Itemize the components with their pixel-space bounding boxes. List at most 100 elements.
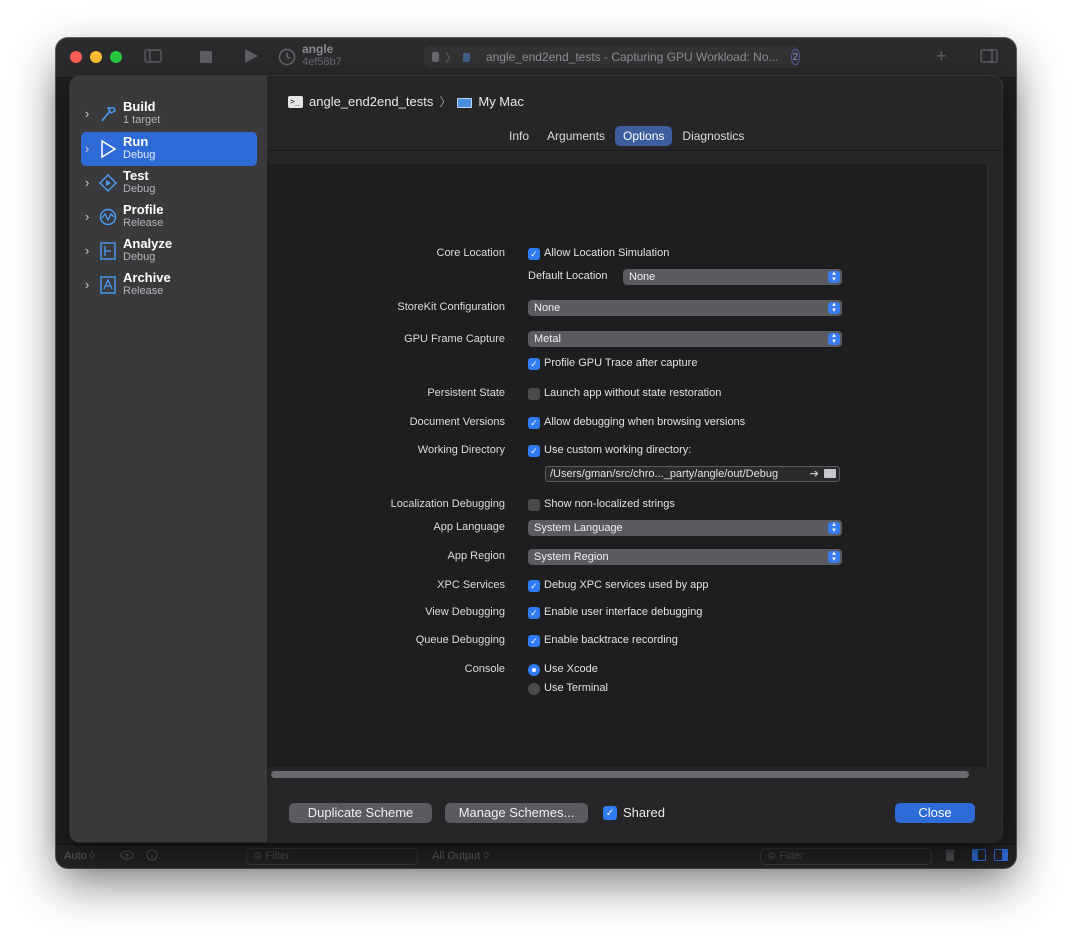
scheme-name[interactable]: angle_end2end_tests xyxy=(309,94,433,109)
mac-icon xyxy=(462,52,470,62)
action-name: Archive xyxy=(123,270,171,285)
zoom-window-button[interactable] xyxy=(110,51,122,63)
allow-debug-versions-checkbox[interactable]: ✓ xyxy=(528,417,540,429)
variables-filter-input[interactable]: ⊜ Filter xyxy=(246,848,418,865)
stop-icon[interactable] xyxy=(200,50,212,67)
info-icon[interactable] xyxy=(146,849,158,864)
navigator-toggle-icon[interactable] xyxy=(144,48,162,68)
mac-icon xyxy=(457,97,473,108)
test-diamond-icon xyxy=(99,174,117,192)
storekit-configuration-popup[interactable]: None ▴ ▾ xyxy=(528,300,842,316)
popup-arrows-icon: ▴ ▾ xyxy=(828,301,840,314)
split-right-icon[interactable] xyxy=(994,849,1008,864)
use-terminal-label: Use Terminal xyxy=(544,682,608,694)
chevron-right-icon[interactable]: › xyxy=(85,106,89,121)
trash-icon[interactable] xyxy=(944,849,956,865)
minimize-window-button[interactable] xyxy=(90,51,102,63)
app-language-label: App Language xyxy=(433,521,505,533)
tab-bar: Info Arguments Options Diagnostics xyxy=(267,122,1002,151)
scheme-breadcrumb: >_ angle_end2end_tests 〉 My Mac xyxy=(288,93,524,110)
manage-schemes-button[interactable]: Manage Schemes... xyxy=(445,803,588,823)
sidebar-item-archive[interactable]: › Archive Release xyxy=(81,268,257,302)
show-non-localized-checkbox[interactable] xyxy=(528,499,540,511)
persistent-state-label: Persistent State xyxy=(427,387,505,399)
duplicate-scheme-button[interactable]: Duplicate Scheme xyxy=(289,803,432,823)
close-window-button[interactable] xyxy=(70,51,82,63)
launch-without-state-checkbox[interactable] xyxy=(528,388,540,400)
scrollbar-thumb[interactable] xyxy=(271,771,969,778)
filter-icon: ⊜ xyxy=(767,850,777,862)
options-pane: Core Location ✓ Allow Location Simulatio… xyxy=(267,164,988,767)
allow-debug-versions-label: Allow debugging when browsing versions xyxy=(544,416,746,428)
play-icon xyxy=(99,139,117,159)
default-location-popup[interactable]: None ▴ ▾ xyxy=(623,269,842,285)
sidebar-item-profile[interactable]: › Profile Release xyxy=(81,200,257,234)
popup-arrows-icon: ▴ ▾ xyxy=(828,270,840,283)
run-play-icon[interactable] xyxy=(244,49,258,67)
run-destination[interactable]: My Mac xyxy=(478,94,524,109)
tab-diagnostics[interactable]: Diagnostics xyxy=(674,126,752,146)
add-icon[interactable]: + xyxy=(936,46,947,67)
tab-arguments[interactable]: Arguments xyxy=(539,126,613,146)
activity-badge[interactable]: 2 xyxy=(790,49,800,65)
chevron-right-icon[interactable]: › xyxy=(85,243,89,258)
sidebar-item-run[interactable]: › Run Debug xyxy=(81,132,257,166)
auto-variables-select[interactable]: Auto ◊ xyxy=(64,850,95,862)
gpu-frame-capture-value: Metal xyxy=(534,333,561,345)
action-config: 1 target xyxy=(123,114,161,126)
use-custom-working-dir-checkbox[interactable]: ✓ xyxy=(528,445,540,457)
app-region-popup[interactable]: System Region ▴ ▾ xyxy=(528,549,842,565)
enable-backtrace-label: Enable backtrace recording xyxy=(544,634,678,646)
use-terminal-radio[interactable] xyxy=(528,683,540,695)
sidebar-item-test[interactable]: › Test Debug xyxy=(81,166,257,200)
window-toolbar: angle 4ef58b7 〉 angle_end2end_tests - Ca… xyxy=(56,38,1016,78)
close-button[interactable]: Close xyxy=(895,803,975,823)
chevron-right-icon[interactable]: › xyxy=(85,175,89,190)
split-left-icon[interactable] xyxy=(972,849,986,864)
project-name: angle xyxy=(302,42,334,56)
output-select[interactable]: All Output ◊ xyxy=(432,850,489,862)
terminal-icon xyxy=(432,52,439,62)
tab-info[interactable]: Info xyxy=(501,126,537,146)
shared-label: Shared xyxy=(623,805,665,820)
reveal-arrow-icon[interactable]: ➔ xyxy=(810,467,819,481)
chevron-right-icon[interactable]: › xyxy=(85,209,89,224)
action-name: Profile xyxy=(123,202,164,217)
sidebar-item-build[interactable]: › Build 1 target xyxy=(81,97,257,131)
allow-location-simulation-checkbox[interactable]: ✓ xyxy=(528,248,540,260)
variables-filter-placeholder: Filter xyxy=(265,850,290,862)
gpu-frame-capture-popup[interactable]: Metal ▴ ▾ xyxy=(528,331,842,347)
inspector-toggle-icon[interactable] xyxy=(980,48,998,68)
action-config: Release xyxy=(123,217,164,229)
debug-status-bar: Auto ◊ ⊜ Filter All Output ◊ ⊜ Filter xyxy=(56,844,1016,868)
sidebar-item-analyze[interactable]: › Analyze Debug xyxy=(81,234,257,268)
enable-ui-debugging-label: Enable user interface debugging xyxy=(544,606,703,618)
working-directory-path-field[interactable]: /Users/gman/src/chro..._party/angle/out/… xyxy=(545,466,840,482)
history-clock-icon[interactable] xyxy=(278,48,296,70)
working-directory-label: Working Directory xyxy=(417,444,505,456)
horizontal-scrollbar[interactable] xyxy=(267,767,988,781)
shared-checkbox[interactable]: ✓ xyxy=(603,806,617,820)
profile-gpu-trace-checkbox[interactable]: ✓ xyxy=(528,358,540,370)
popup-arrows-icon: ▴ ▾ xyxy=(828,550,840,563)
console-filter-input[interactable]: ⊜ Filter xyxy=(760,848,932,865)
use-xcode-label: Use Xcode xyxy=(544,663,598,675)
terminal-icon: >_ xyxy=(288,95,303,108)
debug-xpc-checkbox[interactable]: ✓ xyxy=(528,580,540,592)
debug-xpc-label: Debug XPC services used by app xyxy=(544,579,709,591)
queue-debugging-label: Queue Debugging xyxy=(415,634,505,646)
tab-options[interactable]: Options xyxy=(615,126,673,146)
chevron-right-icon[interactable]: › xyxy=(85,141,89,156)
enable-ui-debugging-checkbox[interactable]: ✓ xyxy=(528,607,540,619)
scheme-actions-sidebar: › Build 1 target › Run Debug › Test Debu… xyxy=(70,76,267,842)
action-config: Debug xyxy=(123,251,156,263)
scheme-selector[interactable]: angle 4ef58b7 xyxy=(302,43,342,69)
app-language-popup[interactable]: System Language ▴ ▾ xyxy=(528,520,842,536)
folder-icon[interactable] xyxy=(824,469,836,478)
use-xcode-radio[interactable] xyxy=(528,664,540,676)
chevron-right-icon[interactable]: › xyxy=(85,277,89,292)
enable-backtrace-checkbox[interactable]: ✓ xyxy=(528,635,540,647)
eye-icon[interactable] xyxy=(120,849,134,864)
action-name: Run xyxy=(123,134,149,149)
profile-gauge-icon xyxy=(99,208,117,226)
